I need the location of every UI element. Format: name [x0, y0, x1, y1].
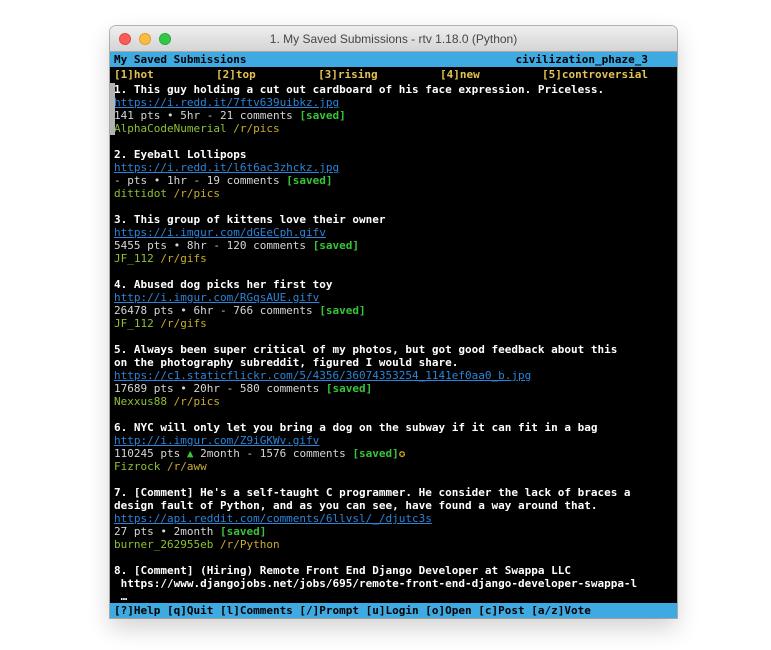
- page-title: My Saved Submissions: [114, 53, 246, 66]
- submission[interactable]: 8. [Comment] (Hiring) Remote Front End D…: [114, 564, 673, 603]
- stats-text: 141 pts • 5hr - 21 comments: [114, 109, 299, 122]
- submission-title-line: on the photography subreddit, figured I …: [114, 356, 673, 369]
- submission[interactable]: 4. Abused dog picks her first toyhttp://…: [114, 278, 673, 330]
- submission-byline: JF_112 /r/gifs: [114, 252, 673, 265]
- submission-url[interactable]: https://i.redd.it/l6t6ac3zhckz.jpg: [114, 161, 339, 174]
- submission-subreddit: /r/pics: [174, 395, 220, 408]
- submission-byline: AlphaCodeNumerial /r/pics: [114, 122, 673, 135]
- submission-author: AlphaCodeNumerial: [114, 122, 227, 135]
- submission-byline: dittidot /r/pics: [114, 187, 673, 200]
- submission-title-line: 8. [Comment] (Hiring) Remote Front End D…: [114, 564, 673, 577]
- submission-url[interactable]: https://c1.staticflickr.com/5/4356/36074…: [114, 369, 531, 382]
- submission-title-line: 7. [Comment] He's a self-taught C progra…: [114, 486, 673, 499]
- stats-text: 110245 pts: [114, 447, 187, 460]
- saved-badge: [saved]: [220, 525, 266, 538]
- submission-author: burner_262955eb: [114, 538, 213, 551]
- submission-stats: 5455 pts • 8hr - 120 comments [saved]: [114, 239, 673, 252]
- logged-in-username: civilization_phaze_3: [516, 53, 648, 66]
- submission-stats: 110245 pts ▲ 2month - 1576 comments [sav…: [114, 447, 673, 460]
- stats-text: 2month - 1576 comments: [193, 447, 352, 460]
- submission[interactable]: 2. Eyeball Lollipopshttps://i.redd.it/l6…: [114, 148, 673, 200]
- submission-subreddit: /r/pics: [174, 187, 220, 200]
- stats-text: 17689 pts • 20hr - 580 comments: [114, 382, 326, 395]
- submission-url-line: https://i.imgur.com/dGEeCph.gifv: [114, 226, 673, 239]
- submission-title-line: 3. This group of kittens love their owne…: [114, 213, 673, 226]
- terminal-screen: My Saved Submissions civilization_phaze_…: [110, 52, 677, 618]
- submission-title-line: 5. Always been super critical of my phot…: [114, 343, 673, 356]
- stats-text: - pts • 1hr - 19 comments: [114, 174, 286, 187]
- window-title: 1. My Saved Submissions - rtv 1.18.0 (Py…: [270, 32, 517, 46]
- submission-stats: 17689 pts • 20hr - 580 comments [saved]: [114, 382, 673, 395]
- window-titlebar: 1. My Saved Submissions - rtv 1.18.0 (Py…: [110, 26, 677, 52]
- submission-subreddit: /r/aww: [167, 460, 207, 473]
- header-bar: My Saved Submissions civilization_phaze_…: [110, 52, 677, 67]
- submission-stats: 27 pts • 2month [saved]: [114, 525, 673, 538]
- submission-subreddit: /r/Python: [220, 538, 280, 551]
- submission-stats: 141 pts • 5hr - 21 comments [saved]: [114, 109, 673, 122]
- submission-title-line: https://www.djangojobs.net/jobs/695/remo…: [114, 577, 673, 590]
- submission-title-line: …: [114, 590, 673, 603]
- submission[interactable]: 1. This guy holding a cut out cardboard …: [114, 83, 673, 135]
- submission-list: 1. This guy holding a cut out cardboard …: [110, 82, 677, 603]
- gilded-icon: ✪: [399, 447, 406, 460]
- traffic-lights: [119, 33, 171, 45]
- stats-text: 26478 pts • 6hr - 766 comments: [114, 304, 319, 317]
- submission-url-line: https://i.redd.it/l6t6ac3zhckz.jpg: [114, 161, 673, 174]
- submission-url-line: https://c1.staticflickr.com/5/4356/36074…: [114, 369, 673, 382]
- submission-author: JF_112: [114, 317, 154, 330]
- submission-title-line: 2. Eyeball Lollipops: [114, 148, 673, 161]
- saved-badge: [saved]: [352, 447, 398, 460]
- submission-url-line: https://api.reddit.com/comments/6llvsl/_…: [114, 512, 673, 525]
- submission-subreddit: /r/pics: [233, 122, 279, 135]
- zoom-button[interactable]: [159, 33, 171, 45]
- submission-author: dittidot: [114, 187, 167, 200]
- app-window: 1. My Saved Submissions - rtv 1.18.0 (Py…: [110, 26, 677, 618]
- submission-url[interactable]: https://i.imgur.com/dGEeCph.gifv: [114, 226, 326, 239]
- selection-cursor: [110, 83, 115, 135]
- submission[interactable]: 7. [Comment] He's a self-taught C progra…: [114, 486, 673, 551]
- status-bar: [?]Help [q]Quit [l]Comments [/]Prompt [u…: [110, 603, 677, 618]
- submission[interactable]: 5. Always been super critical of my phot…: [114, 343, 673, 408]
- tab-hot[interactable]: [1]hot: [114, 68, 154, 81]
- submission-title-line: design fault of Python, and as you can s…: [114, 499, 673, 512]
- submission-byline: Fizrock /r/aww: [114, 460, 673, 473]
- submission[interactable]: 6. NYC will only let you bring a dog on …: [114, 421, 673, 473]
- tab-controversial[interactable]: [5]controversial: [542, 68, 648, 81]
- submission-byline: Nexxus88 /r/pics: [114, 395, 673, 408]
- submission-stats: 26478 pts • 6hr - 766 comments [saved]: [114, 304, 673, 317]
- submission-url[interactable]: http://i.imgur.com/Z9iGKWv.gifv: [114, 434, 319, 447]
- submission-title-line: 1. This guy holding a cut out cardboard …: [114, 83, 673, 96]
- submission-url[interactable]: http://i.imgur.com/RGqsAUE.gifv: [114, 291, 319, 304]
- submission-stats: - pts • 1hr - 19 comments [saved]: [114, 174, 673, 187]
- saved-badge: [saved]: [326, 382, 372, 395]
- saved-badge: [saved]: [313, 239, 359, 252]
- tab-rising[interactable]: [3]rising: [318, 68, 378, 81]
- submission-url[interactable]: https://i.redd.it/7ftv639uibkz.jpg: [114, 96, 339, 109]
- sort-menu-bar: [1]hot [2]top [3]rising [4]new [5]contro…: [110, 67, 677, 82]
- submission-url-line: http://i.imgur.com/Z9iGKWv.gifv: [114, 434, 673, 447]
- submission-subreddit: /r/gifs: [160, 252, 206, 265]
- submission-byline: burner_262955eb /r/Python: [114, 538, 673, 551]
- submission-author: Nexxus88: [114, 395, 167, 408]
- keybind-hints: [?]Help [q]Quit [l]Comments [/]Prompt [u…: [114, 604, 591, 617]
- submission-url-line: http://i.imgur.com/RGqsAUE.gifv: [114, 291, 673, 304]
- submission-url-line: https://i.redd.it/7ftv639uibkz.jpg: [114, 96, 673, 109]
- submission-author: Fizrock: [114, 460, 160, 473]
- submission-subreddit: /r/gifs: [160, 317, 206, 330]
- submission-title-line: 6. NYC will only let you bring a dog on …: [114, 421, 673, 434]
- saved-badge: [saved]: [319, 304, 365, 317]
- saved-badge: [saved]: [286, 174, 332, 187]
- stats-text: 5455 pts • 8hr - 120 comments: [114, 239, 313, 252]
- submission-author: JF_112: [114, 252, 154, 265]
- submission-byline: JF_112 /r/gifs: [114, 317, 673, 330]
- tab-top[interactable]: [2]top: [216, 68, 256, 81]
- minimize-button[interactable]: [139, 33, 151, 45]
- submission-title-line: 4. Abused dog picks her first toy: [114, 278, 673, 291]
- saved-badge: [saved]: [299, 109, 345, 122]
- stats-text: 27 pts • 2month: [114, 525, 220, 538]
- submission[interactable]: 3. This group of kittens love their owne…: [114, 213, 673, 265]
- close-button[interactable]: [119, 33, 131, 45]
- tab-new[interactable]: [4]new: [440, 68, 480, 81]
- submission-url[interactable]: https://api.reddit.com/comments/6llvsl/_…: [114, 512, 432, 525]
